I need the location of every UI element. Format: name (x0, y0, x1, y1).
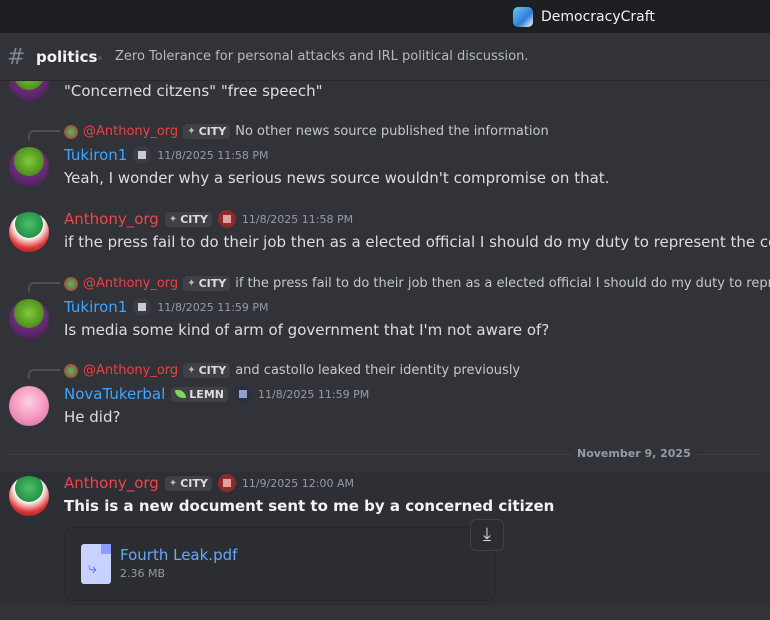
reply-avatar (64, 276, 78, 291)
avatar-tukiron1[interactable] (9, 299, 49, 339)
message-text: He did? (64, 408, 121, 426)
reply-preview[interactable]: @Anthony_org ✦ CITY and castollo leaked t… (64, 363, 520, 378)
username[interactable]: Anthony_org (64, 210, 159, 228)
username[interactable]: Tukiron1 (64, 298, 127, 316)
party-icon (217, 210, 236, 228)
message-header: Tukiron1 11/8/2025 11:58 PM (64, 146, 269, 164)
server-icon (513, 7, 533, 27)
server-header[interactable]: DemocracyCraft (513, 7, 655, 27)
file-name-link[interactable]: Fourth Leak.pdf (120, 546, 237, 564)
timestamp: 11/8/2025 11:59 PM (157, 300, 269, 314)
message-text: Is media some kind of arm of government … (64, 321, 550, 339)
channel-name[interactable]: politics (36, 48, 97, 66)
reply-avatar (64, 124, 78, 139)
reply-preview[interactable]: @Anthony_org ✦ CITY if the press fail to … (64, 276, 770, 291)
avatar-tukiron1[interactable] (9, 81, 49, 101)
avatar-novatukerbal[interactable] (9, 386, 49, 426)
reply-text: if the press fail to do their job then a… (235, 276, 770, 291)
party-icon (217, 474, 236, 492)
message-text: This is a new document sent to me by a c… (64, 497, 555, 515)
timestamp: 11/8/2025 11:58 PM (157, 148, 269, 162)
reply-connector (28, 282, 60, 292)
message-header: Tukiron1 11/8/2025 11:59 PM (64, 298, 269, 316)
header-separator (98, 56, 102, 60)
leaf-icon (175, 390, 187, 398)
avatar-anthony-org[interactable] (9, 476, 49, 516)
username[interactable]: Tukiron1 (64, 146, 127, 164)
avatar-anthony-org[interactable] (9, 212, 49, 252)
reply-mention[interactable]: @Anthony_org (83, 276, 178, 291)
pdf-file-icon: ⤷ (81, 544, 111, 584)
reply-text: and castollo leaked their identity previ… (235, 363, 521, 378)
role-tag: ✦ CITY (164, 211, 212, 227)
message-header: NovaTukerbal LEMN 11/8/2025 11:59 PM (64, 385, 369, 403)
message-header: Anthony_org ✦ CITY 11/9/2025 12:00 AM (64, 474, 354, 492)
message-text: if the press fail to do their job then a… (64, 233, 770, 251)
reply-mention[interactable]: @Anthony_org (83, 124, 178, 139)
reply-preview[interactable]: @Anthony_org ✦ CITY No other news source … (64, 124, 549, 139)
timestamp: 11/9/2025 12:00 AM (241, 476, 354, 490)
message-text: "Concerned citzens" "free speech" (64, 82, 323, 100)
file-attachment[interactable]: ⤷ Fourth Leak.pdf 2.36 MB (64, 527, 496, 601)
file-size: 2.36 MB (120, 567, 166, 580)
seahorse-icon (233, 385, 252, 403)
server-name: DemocracyCraft (541, 9, 655, 25)
channel-hash-icon: # (7, 45, 26, 70)
message-list[interactable]: "Concerned citzens" "free speech" @Antho… (0, 81, 770, 620)
download-button[interactable]: ⤓ (470, 519, 504, 551)
role-tag: ✦ CITY (164, 475, 212, 491)
book-icon (133, 146, 152, 164)
role-tag: ✦ CITY (183, 276, 231, 291)
download-icon: ⤓ (483, 524, 491, 545)
message-text: Yeah, I wonder why a serious news source… (64, 169, 610, 187)
message-header: Anthony_org ✦ CITY 11/8/2025 11:58 PM (64, 210, 353, 228)
reply-text: No other news source published the infor… (235, 124, 549, 139)
reply-avatar (64, 363, 78, 378)
timestamp: 11/8/2025 11:58 PM (241, 212, 354, 226)
reply-connector (28, 369, 60, 379)
book-icon (133, 298, 152, 316)
title-bar: DemocracyCraft (0, 0, 770, 33)
username[interactable]: NovaTukerbal (64, 385, 165, 403)
date-divider-label: November 9, 2025 (571, 447, 697, 460)
channel-header: # politics Zero Tolerance for personal a… (0, 33, 770, 81)
reply-mention[interactable]: @Anthony_org (83, 363, 178, 378)
username[interactable]: Anthony_org (64, 474, 159, 492)
role-tag: ✦ CITY (183, 124, 231, 139)
channel-topic[interactable]: Zero Tolerance for personal attacks and … (115, 49, 529, 64)
avatar-tukiron1[interactable] (9, 147, 49, 187)
role-tag: LEMN (171, 386, 228, 402)
reply-connector (28, 130, 60, 140)
role-tag: ✦ CITY (183, 363, 231, 378)
timestamp: 11/8/2025 11:59 PM (257, 387, 370, 401)
